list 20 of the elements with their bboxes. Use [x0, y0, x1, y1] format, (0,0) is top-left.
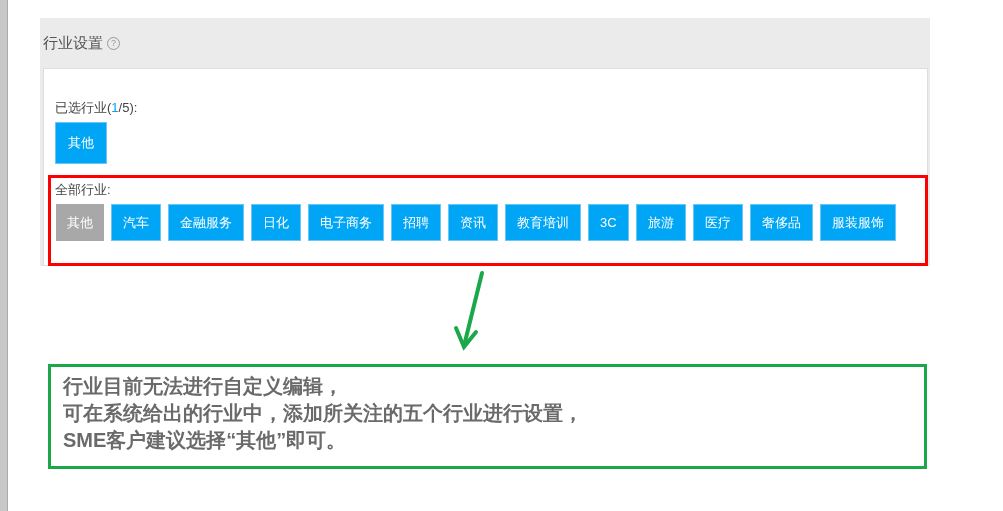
all-label: 全部行业: [55, 181, 111, 199]
industry-button[interactable]: 电子商务 [308, 204, 384, 241]
industry-button[interactable]: 教育培训 [505, 204, 581, 241]
industry-button[interactable]: 奢侈品 [749, 204, 813, 241]
industry-button[interactable]: 资讯 [448, 204, 498, 241]
callout-text: 可在系统给出的行业中，添加所关注的五个行业进行设置， [63, 401, 584, 426]
industry-button[interactable]: 日化 [251, 204, 301, 241]
callout-text: 行业目前无法进行自定义编辑， [63, 374, 344, 399]
selected-industry-button[interactable]: 其他 [55, 122, 107, 164]
industry-button[interactable]: 金融服务 [168, 204, 244, 241]
industry-button[interactable]: 其他 [56, 204, 104, 241]
industry-button[interactable]: 汽车 [111, 204, 161, 241]
industry-button[interactable]: 旅游 [635, 204, 686, 241]
industry-button[interactable]: 招聘 [391, 204, 441, 241]
selected-label: 已选行业(1/5): [55, 99, 138, 117]
callout-text: SME客户建议选择“其他”即可。 [63, 428, 348, 453]
industry-button[interactable]: 医疗 [692, 204, 743, 241]
industry-button[interactable]: 3C [588, 204, 629, 241]
industry-button[interactable]: 服装服饰 [819, 204, 896, 241]
panel-title: 行业设置 [43, 32, 103, 53]
